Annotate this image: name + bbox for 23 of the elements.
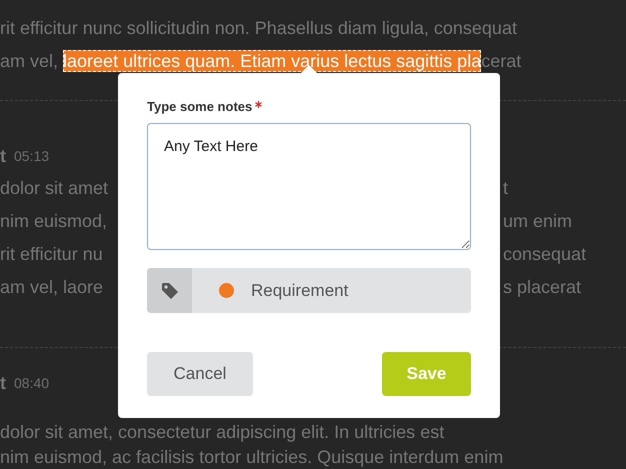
timestamp: 08:40 (14, 374, 50, 392)
paragraph-text: nim euismod, (0, 211, 108, 232)
paragraph-text: nim euismod, ac facilisis tortor ultricies. Quisque interdum enim (0, 447, 504, 468)
notes-field[interactable]: Any Text Here (147, 123, 471, 250)
tag-icon (160, 282, 178, 300)
paragraph-text: rit efficitur nu (0, 244, 103, 265)
paragraph-text: rit efficitur nunc sollicitudin non. Phasellus diam ligula, consequat (0, 18, 517, 39)
paragraph-text: cerat (481, 51, 522, 71)
paragraph-text: consequat (502, 244, 586, 265)
paragraph-text: dolor sit amet, consectetur adipiscing elit. In ultricies est (0, 422, 444, 443)
tag-selector[interactable]: Requirement (147, 268, 471, 313)
timestamp: 05:13 (14, 146, 50, 166)
paragraph-text: am vel, laore (0, 277, 104, 298)
paragraph-text: dolor sit amet (0, 178, 108, 199)
paragraph-text: am vel, (0, 51, 60, 71)
author-name: t (0, 372, 6, 392)
paragraph-text: s placerat (502, 277, 582, 298)
cancel-button[interactable]: Cancel (147, 352, 253, 396)
paragraph-text: t (502, 178, 508, 199)
author-name: t (0, 146, 6, 166)
paragraph-text: um enim (502, 211, 572, 232)
tag-label: Requirement (251, 280, 348, 300)
field-label: Type some notes (147, 99, 252, 114)
